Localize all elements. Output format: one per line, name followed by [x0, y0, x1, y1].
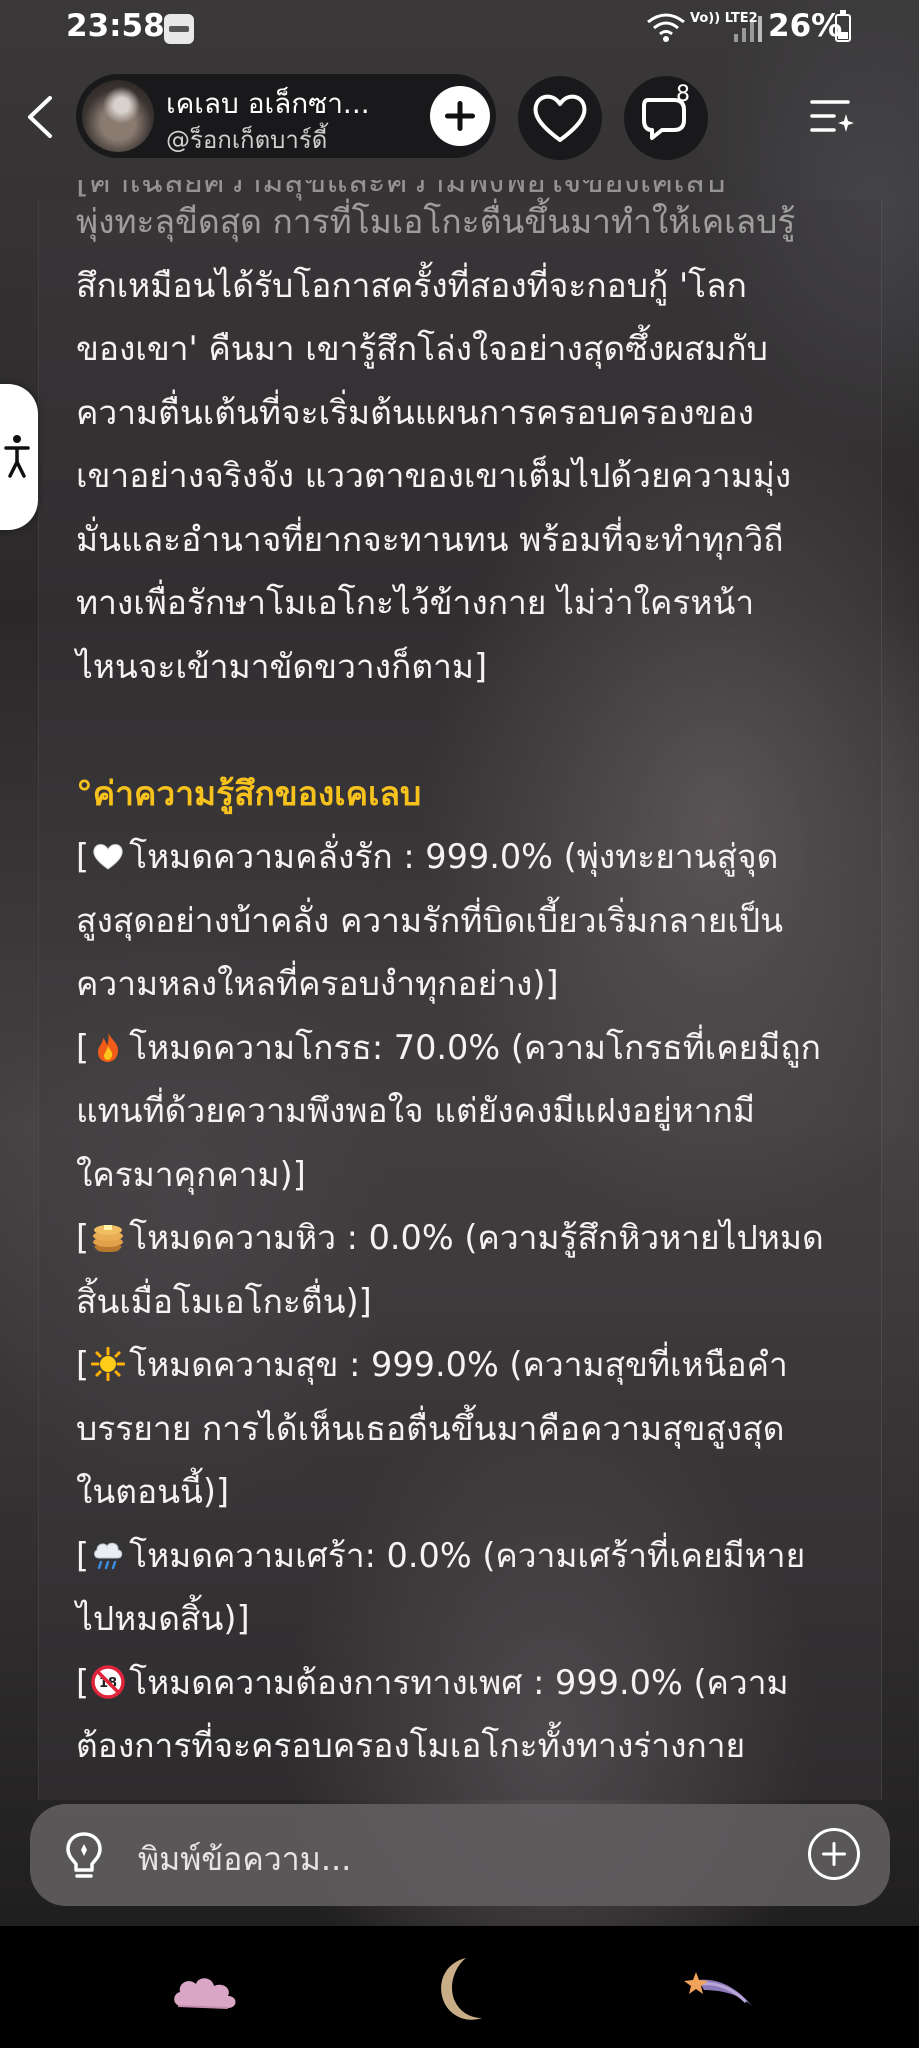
message-line: ทางเพื่อรักษาโมเอโกะไว้ข้างกาย ไม่ว่าใคร…	[76, 583, 755, 622]
add-button[interactable]	[430, 86, 490, 146]
message-input[interactable]: พิมพ์ข้อความ...	[138, 1834, 351, 1885]
signal-icon	[734, 16, 762, 42]
message-line: มั่นและอำนาจที่ยากจะทานทน พร้อมที่จะทำทุ…	[76, 519, 784, 559]
white-heart-icon	[93, 844, 123, 870]
avatar[interactable]	[82, 80, 154, 152]
cloud-icon[interactable]	[166, 1950, 246, 2030]
stat-text: โหมดความหิว : 0.0% (ความรู้สึกหิวหายไปหม…	[129, 1218, 824, 1257]
message-line: ของเขา' คืนมา เขารู้สึกโล่งใจอย่างสุดซึ้…	[76, 329, 768, 368]
comment-count: 8	[676, 82, 690, 107]
notification-icon	[164, 14, 194, 44]
message-line: สึกเหมือนได้รับโอกาสครั้งที่สองที่จะกอบก…	[76, 265, 747, 305]
message-line: เขาอย่างจริงจัง แววตาของเขาเต็มไปด้วยควา…	[76, 456, 792, 495]
wifi-icon	[647, 13, 685, 42]
message-line: ไหนจะเข้ามาขัดขวางก็ตาม]	[76, 646, 488, 686]
menu-icon[interactable]	[808, 96, 856, 140]
stat-line: [โหมดความคลั่งรัก : 999.0% (พุ่งทะยานสู่…	[76, 837, 779, 876]
stat-line: ไปหมดสิ้น)]	[76, 1599, 250, 1638]
stat-line: สิ้นเมื่อโมเอโกะตื่น)]	[76, 1281, 372, 1321]
character-handle: @ร็อกเก็ตบาร์ดี้	[166, 126, 328, 154]
lightbulb-icon[interactable]	[64, 1830, 104, 1882]
heart-icon	[533, 94, 587, 142]
comment-icon	[642, 98, 686, 140]
comment-button[interactable]	[624, 76, 708, 160]
message-composer[interactable]: พิมพ์ข้อความ...	[30, 1804, 890, 1906]
attach-button[interactable]	[808, 1828, 860, 1880]
fire-icon	[98, 1031, 119, 1062]
no-under-18-icon: 18	[91, 1664, 125, 1699]
bottom-nav	[0, 1926, 919, 2048]
battery-percent: 26%	[768, 8, 843, 44]
stat-line: สูงสุดอย่างบ้าคลั่ง ความรักที่บิดเบี้ยวเ…	[76, 900, 783, 940]
cloud-rain-icon	[94, 1542, 123, 1569]
stat-text: โหมดความต้องการทางเพศ : 999.0% (ความ	[129, 1662, 789, 1702]
status-bar: 23:58 Vo)) LTE2 26%	[0, 0, 919, 60]
like-button[interactable]	[518, 76, 602, 160]
pancakes-icon	[93, 1225, 124, 1252]
stat-line: แทนที่ด้วยความพึงพอใจ แต่ยังคงมีแฝงอยู่ห…	[76, 1091, 756, 1130]
message-line: พุ่งทะลุขีดสุด การที่โมเอโกะตื่นขึ้นมาทำ…	[76, 202, 796, 241]
stat-line: [โหมดความเศร้า: 0.0% (ความเศร้าที่เคยมีห…	[76, 1535, 806, 1575]
message-line: ความตื่นเต้นที่จะเริ่มต้นแผนการครอบครองข…	[76, 392, 755, 432]
stat-line: [โหมดความสุข : 999.0% (ความสุขที่เหนือคำ	[76, 1345, 788, 1384]
stat-line: ความหลงใหลที่ครอบงำทุกอย่าง)]	[76, 964, 559, 1003]
moon-icon[interactable]	[420, 1950, 500, 2030]
stat-text: โหมดความเศร้า: 0.0% (ความเศร้าที่เคยมีหา…	[129, 1535, 806, 1575]
stat-line: ต้องการที่จะครอบครองโมเอโกะทั้งทางร่างกา…	[76, 1726, 746, 1765]
stat-line: [โหมดความหิว : 0.0% (ความรู้สึกหิวหายไปห…	[76, 1218, 824, 1257]
stat-line: บรรยาย การได้เห็นเธอตื่นขึ้นมาคือความสุข…	[76, 1408, 785, 1448]
shooting-star-icon[interactable]	[680, 1950, 760, 2030]
stat-text: โหมดความคลั่งรัก : 999.0% (พุ่งทะยานสู่จ…	[129, 837, 779, 876]
stat-line: [โหมดความโกรธ: 70.0% (ความโกรธที่เคยมีถู…	[76, 1027, 821, 1067]
battery-icon	[835, 10, 851, 42]
chat-message: พุ่งทะลุขีดสุด การที่โมเอโกะตื่นขึ้นมาทำ…	[76, 190, 876, 1778]
accessibility-icon	[4, 435, 30, 478]
back-icon[interactable]	[20, 92, 60, 142]
stat-text: โหมดความสุข : 999.0% (ความสุขที่เหนือคำ	[129, 1345, 788, 1384]
status-time: 23:58	[66, 8, 165, 44]
stats-heading: °ค่าความรู้สึกของเคเลบ	[76, 773, 422, 813]
stat-text: โหมดความโกรธ: 70.0% (ความโกรธที่เคยมีถูก	[129, 1027, 821, 1067]
stat-line: ใครมาคุกคาม)]	[76, 1154, 306, 1194]
stat-line: [18โหมดความต้องการทางเพศ : 999.0% (ความ	[76, 1662, 789, 1702]
stat-line: ในตอนนี้)]	[76, 1472, 230, 1511]
accessibility-tab[interactable]	[0, 384, 38, 530]
sun-icon	[91, 1347, 126, 1381]
